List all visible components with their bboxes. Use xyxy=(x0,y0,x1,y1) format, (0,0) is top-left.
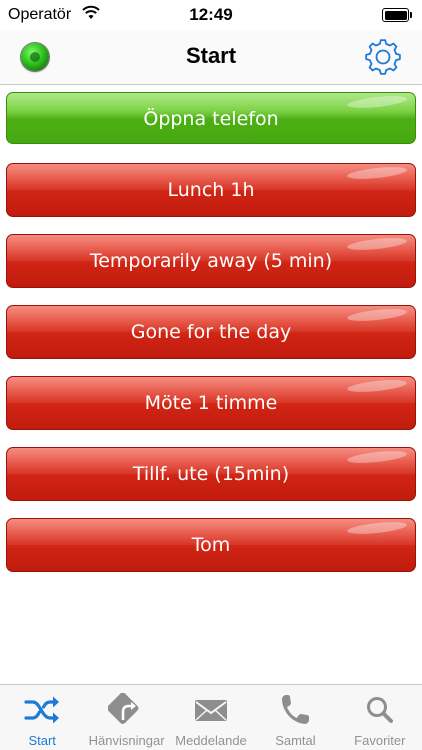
turn-sign-icon xyxy=(107,693,139,724)
open-phone-label: Öppna telefon xyxy=(143,108,279,130)
tab-meddelande[interactable]: Meddelande xyxy=(169,685,253,750)
tab-hanvisningar-label: Hänvisningar xyxy=(88,733,165,748)
page-title: Start xyxy=(185,43,237,68)
open-phone-button[interactable]: Öppna telefon xyxy=(6,92,416,144)
tab-samtal[interactable]: Samtal xyxy=(253,685,337,750)
temporarily-away-button[interactable]: Temporarily away (5 min) xyxy=(6,234,416,288)
empty-status-button[interactable]: Tom xyxy=(6,518,416,572)
lunch-label: Lunch 1h xyxy=(167,179,255,201)
status-bar: Operatör 12:49 xyxy=(0,0,422,30)
tab-samtal-label: Samtal xyxy=(275,733,316,748)
battery-icon xyxy=(382,8,412,22)
gone-for-day-button[interactable]: Gone for the day xyxy=(6,305,416,359)
envelope-icon xyxy=(195,700,228,721)
tab-start[interactable]: Start xyxy=(0,685,84,750)
nav-bar: Start xyxy=(0,30,422,85)
empty-status-label: Tom xyxy=(191,534,231,556)
tab-favoriter-label: Favoriter xyxy=(354,733,406,748)
tab-hanvisningar[interactable]: Hänvisningar xyxy=(84,685,168,750)
status-actions-list: Öppna telefon Lunch 1h Temporarily away … xyxy=(6,92,416,589)
temporarily-away-label: Temporarily away (5 min) xyxy=(89,250,333,272)
clock: 12:49 xyxy=(189,5,233,24)
tab-bar: Start Hänvisningar Meddelande Samtal Fav… xyxy=(0,684,422,750)
tab-favoriter[interactable]: Favoriter xyxy=(338,685,422,750)
shuffle-icon xyxy=(24,696,60,724)
temporarily-out-button[interactable]: Tillf. ute (15min) xyxy=(6,447,416,501)
meeting-button[interactable]: Möte 1 timme xyxy=(6,376,416,430)
temporarily-out-label: Tillf. ute (15min) xyxy=(132,463,290,485)
search-icon xyxy=(366,697,393,723)
phone-icon xyxy=(282,695,310,724)
meeting-label: Möte 1 timme xyxy=(144,392,278,414)
tab-meddelande-label: Meddelande xyxy=(175,733,247,748)
lunch-button[interactable]: Lunch 1h xyxy=(6,163,416,217)
gear-icon[interactable] xyxy=(363,37,403,77)
gone-for-day-label: Gone for the day xyxy=(130,321,292,343)
tab-start-label: Start xyxy=(28,733,56,748)
